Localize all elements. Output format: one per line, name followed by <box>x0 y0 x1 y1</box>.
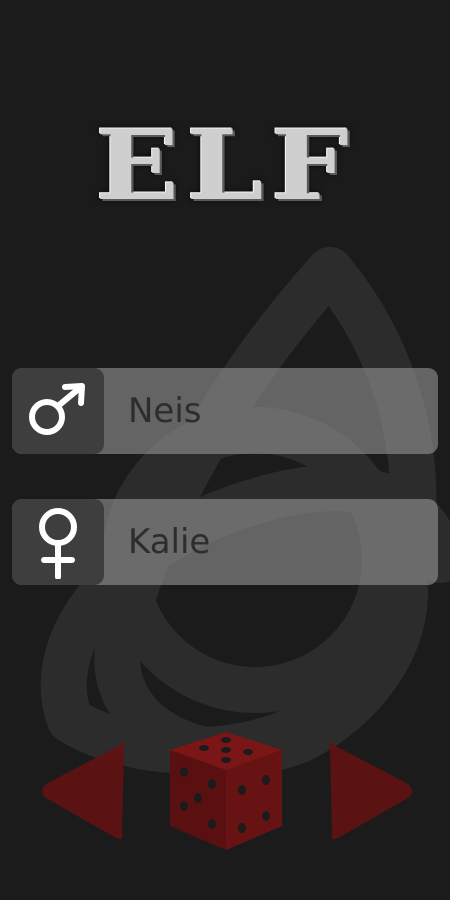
female-gender-button[interactable] <box>12 499 104 585</box>
logo-text: ELF <box>94 108 356 222</box>
left-arrow-icon[interactable] <box>36 738 126 844</box>
male-name-text: Neis <box>128 391 202 431</box>
female-name-text: Kalie <box>128 522 211 562</box>
dice-icon[interactable] <box>164 728 288 854</box>
female-name-row[interactable]: Kalie <box>12 499 438 585</box>
male-name-row[interactable]: Neis <box>12 368 438 454</box>
male-gender-button[interactable] <box>12 368 104 454</box>
male-symbol-icon <box>29 383 85 435</box>
right-arrow-icon[interactable] <box>328 738 418 844</box>
female-symbol-icon <box>39 508 77 579</box>
app-logo: ELF <box>60 100 390 230</box>
